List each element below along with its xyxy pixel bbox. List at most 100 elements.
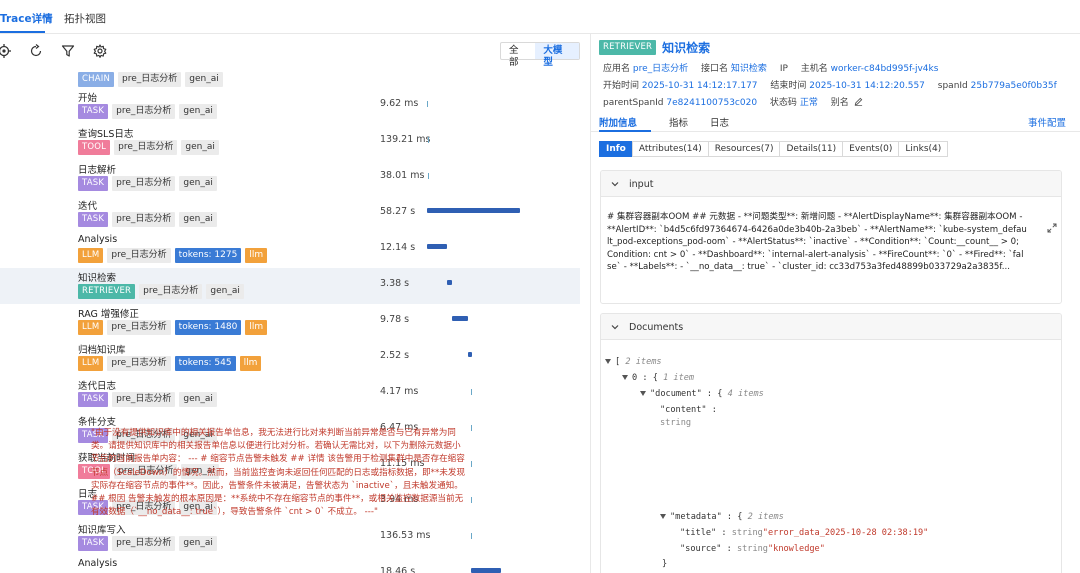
json-source-value: "knowledge"	[767, 544, 825, 554]
span-tag: gen_ai	[179, 392, 217, 407]
span-timeline-bar[interactable]	[471, 461, 472, 467]
span-duration: 9.62 ms	[380, 98, 419, 109]
span-row[interactable]: Analysis LLM pre_日志分析 tokens: 1275 llm 12.14 …	[0, 232, 580, 268]
json-content-key-line: "content" :	[660, 405, 717, 415]
span-timeline-bar[interactable]	[471, 425, 472, 431]
subtab-extra-info[interactable]: 附加信息	[599, 115, 637, 129]
subtab-logs[interactable]: 日志	[710, 115, 729, 129]
span-row[interactable]: 知识库写入 TASK pre_日志分析 gen_ai 136.53 ms	[0, 520, 580, 556]
span-tag: pre_日志分析	[112, 104, 176, 119]
span-timeline-bar[interactable]	[428, 137, 429, 143]
collapse-arrow-icon[interactable]	[660, 514, 666, 519]
llm-badge: llm	[245, 320, 268, 335]
span-name: Analysis	[78, 234, 118, 245]
attr-tab-attributes[interactable]: Attributes(14)	[631, 141, 709, 157]
span-timeline-bar[interactable]	[427, 244, 447, 249]
span-timeline-bar[interactable]	[428, 173, 429, 179]
meta-row-1: 应用名 pre_日志分析 接口名 知识检索 IP 主机名 worker-c84b…	[603, 61, 938, 74]
json-type-string: string	[731, 528, 763, 538]
span-row[interactable]: RAG 增强修正 LLM pre_日志分析 tokens: 1480 llm 9.78 s	[0, 304, 580, 340]
span-timeline-bar[interactable]	[427, 101, 428, 107]
iface-label: 接口名	[701, 64, 729, 74]
span-row[interactable]: 日志解析 TASK pre_日志分析 gen_ai 38.01 ms	[0, 160, 580, 196]
json-type-string: string	[736, 544, 768, 554]
subtab-metrics[interactable]: 指标	[669, 115, 688, 129]
collapse-arrow-icon[interactable]	[605, 359, 611, 364]
alias-label: 别名	[830, 98, 849, 108]
host-value[interactable]: worker-c84bd995f-jv4ks	[831, 64, 939, 74]
span-row[interactable]: 迭代 TASK pre_日志分析 gen_ai 58.27 s	[0, 196, 580, 232]
collapse-arrow-icon[interactable]	[622, 375, 628, 380]
span-timeline-bar[interactable]	[471, 497, 472, 503]
span-row[interactable]: 归档知识库 LLM pre_日志分析 tokens: 545 llm 2.52 s	[0, 340, 580, 376]
llm-badge: llm	[239, 356, 262, 371]
span-type-badge: TASK	[78, 536, 109, 551]
span-tags: RETRIEVER pre_日志分析 gen_ai	[78, 284, 244, 299]
attr-tab-events[interactable]: Events(0)	[842, 141, 900, 157]
span-type-badge: TASK	[78, 392, 109, 407]
json-index-0-line[interactable]: 0 : { 1 item	[622, 373, 694, 383]
json-document-line[interactable]: "document" : { 4 items	[640, 389, 764, 399]
span-type-badge: LLM	[78, 248, 104, 263]
tab-topology-view[interactable]: 拓扑视图	[64, 11, 106, 26]
end-label: 结束时间	[770, 81, 807, 91]
input-card-header[interactable]: input	[601, 171, 1061, 197]
edit-icon[interactable]	[854, 97, 863, 106]
span-type-badge: RETRIEVER	[599, 39, 657, 55]
span-name: 知识库写入	[78, 525, 126, 536]
attribute-tabs: Info Attributes(14) Resources(7) Details…	[599, 141, 949, 157]
span-timeline-bar[interactable]	[427, 208, 520, 213]
span-row[interactable]: CHAIN pre_日志分析 gen_ai	[0, 56, 580, 92]
span-tag: gen_ai	[185, 72, 223, 87]
attr-tab-resources[interactable]: Resources(7)	[707, 141, 781, 157]
span-row[interactable]: Analysis 18.46 s	[0, 556, 580, 573]
token-count-badge: tokens: 1480	[174, 320, 242, 335]
parent-value[interactable]: 7e8241100753c020	[666, 98, 757, 108]
json-source-key: "source"	[680, 544, 722, 554]
json-root-line[interactable]: [ 2 items	[605, 357, 662, 367]
json-metadata-line[interactable]: "metadata" : { 2 items	[660, 512, 784, 522]
iface-value[interactable]: 知识检索	[731, 64, 767, 74]
span-row[interactable]: 迭代日志 TASK pre_日志分析 gen_ai 4.17 ms	[0, 376, 580, 412]
spanid-value[interactable]: 25b779a5e0f0b35f	[971, 81, 1057, 91]
span-name: 开始	[78, 93, 98, 104]
span-duration: 136.53 ms	[380, 530, 431, 541]
span-timeline-bar[interactable]	[471, 533, 472, 539]
attr-tab-info[interactable]: Info	[599, 141, 633, 157]
span-timeline-bar[interactable]	[452, 316, 468, 321]
span-type-badge: LLM	[78, 320, 104, 335]
documents-card-title: Documents	[629, 322, 684, 333]
attr-tab-details[interactable]: Details(11)	[779, 141, 844, 157]
span-row[interactable]: 开始 TASK pre_日志分析 gen_ai 9.62 ms	[0, 88, 580, 124]
span-duration: 18.46 s	[380, 566, 416, 573]
collapse-arrow-icon[interactable]	[640, 391, 646, 396]
span-duration: 4.17 ms	[380, 386, 419, 397]
json-type-string: string	[660, 418, 692, 428]
json-title-key: "title"	[680, 528, 717, 538]
span-row[interactable]: 知识检索 RETRIEVER pre_日志分析 gen_ai 3.38 s	[0, 268, 580, 304]
span-tag: pre_日志分析	[107, 320, 171, 335]
span-timeline-bar[interactable]	[447, 280, 452, 285]
meta-row-2: 开始时间 2025-10-31 14:12:17.177 结束时间 2025-1…	[603, 78, 1057, 91]
app-value[interactable]: pre_日志分析	[633, 64, 688, 74]
json-index-0: 0	[632, 373, 638, 383]
documents-card-header[interactable]: Documents	[601, 314, 1061, 340]
span-tag: pre_日志分析	[107, 248, 171, 263]
json-source-line: "source" : string"knowledge"	[680, 544, 825, 554]
json-title-line: "title" : string"error_data_2025-10-28 0…	[680, 528, 929, 538]
expand-icon[interactable]	[1047, 223, 1057, 233]
attr-tab-links[interactable]: Links(4)	[898, 141, 949, 157]
input-text: # 集群容器副本OOM ## 元数据 - **问题类型**: 新增问题 - **…	[607, 212, 1027, 272]
event-config-link[interactable]: 事件配置	[1028, 115, 1066, 129]
span-tags: TASK pre_日志分析 gen_ai	[78, 536, 217, 551]
span-row[interactable]: 查询SLS日志 TOOL pre_日志分析 gen_ai 139.21 ms	[0, 124, 580, 160]
span-duration: 38.01 ms	[380, 170, 425, 181]
span-tag: pre_日志分析	[112, 392, 176, 407]
span-timeline-bar[interactable]	[471, 389, 472, 395]
span-timeline-bar[interactable]	[471, 568, 501, 573]
top-tab-bar: Trace详情 拓扑视图	[0, 0, 1080, 34]
span-timeline-bar[interactable]	[468, 352, 472, 357]
span-name: 归档知识库	[78, 345, 126, 356]
tab-trace-detail[interactable]: Trace详情	[0, 11, 53, 26]
span-type-badge: LLM	[78, 356, 104, 371]
